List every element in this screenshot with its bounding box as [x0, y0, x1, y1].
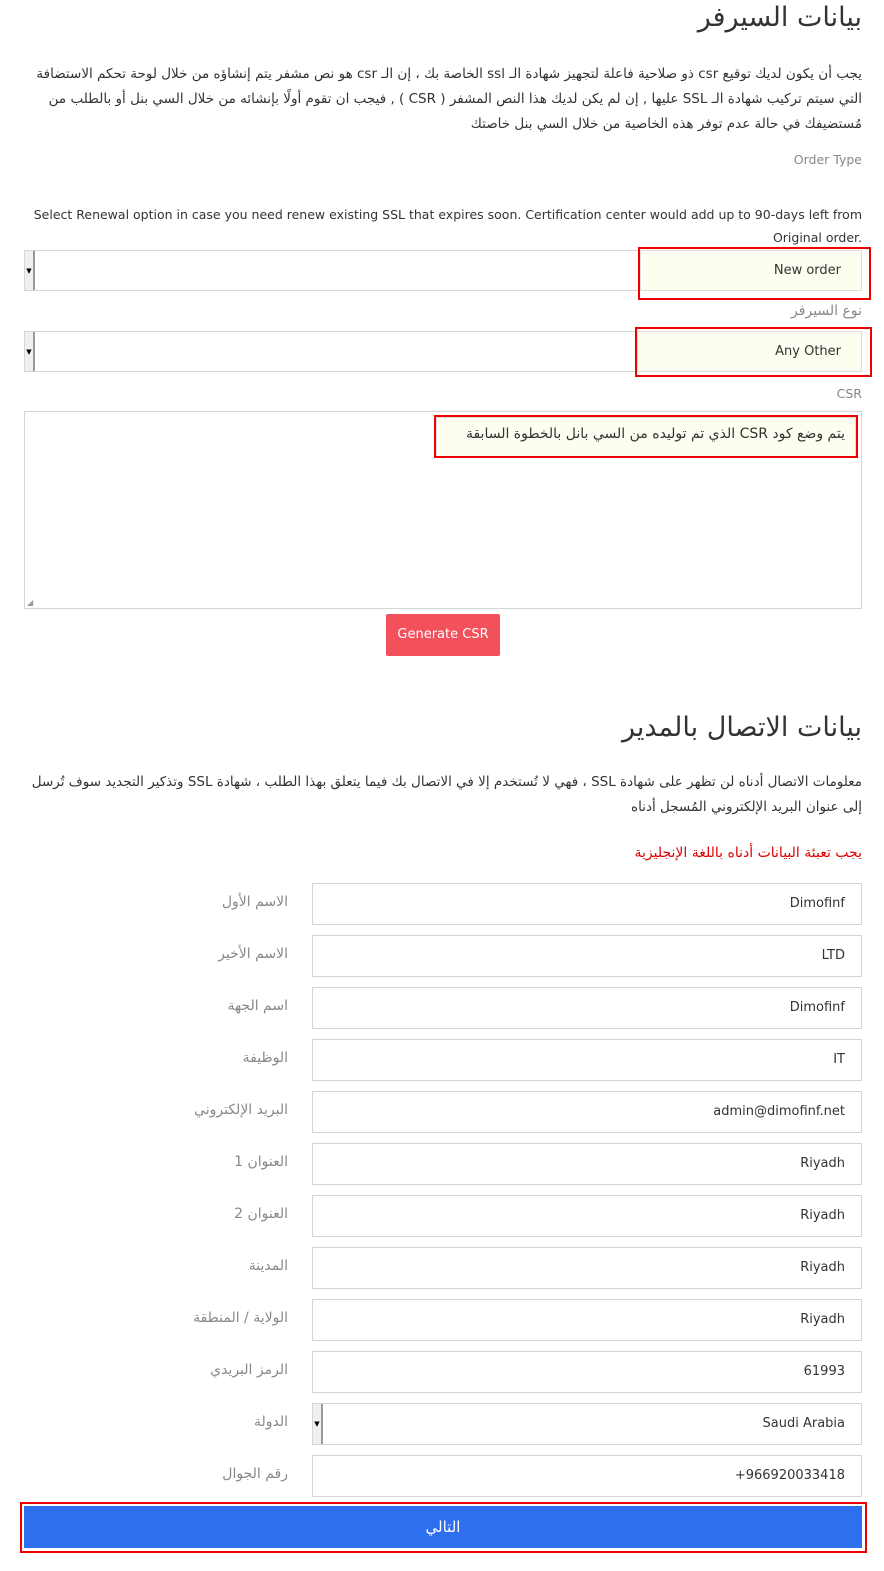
- contact-description: معلومات الاتصال أدناه لن تظهر على شهادة …: [31, 774, 862, 815]
- dropdown-arrow-icon: ▼: [313, 1404, 323, 1444]
- email-value: admin@dimofinf.net: [713, 1104, 845, 1119]
- postal-code-label: الرمز البريدي: [210, 1362, 288, 1378]
- first-name-input[interactable]: Dimofinf: [312, 883, 862, 925]
- city-label: المدينة: [248, 1258, 288, 1274]
- generate-csr-button[interactable]: Generate CSR: [386, 614, 500, 656]
- country-select[interactable]: Saudi Arabia ▼: [312, 1403, 862, 1445]
- last-name-value: LTD: [821, 948, 845, 963]
- english-warning: يجب تعبئة البيانات أدناه باللغة الإنجليز…: [634, 845, 863, 861]
- phone-input[interactable]: +966920033418: [312, 1455, 862, 1497]
- phone-value: +966920033418: [734, 1468, 845, 1483]
- resize-handle-icon[interactable]: ◢: [27, 598, 33, 607]
- address-2-value: Riyadh: [800, 1208, 845, 1223]
- job-title-label: الوظيفة: [242, 1050, 288, 1066]
- csr-label: CSR: [836, 386, 862, 401]
- contact-section-title: بيانات الاتصال بالمدير: [621, 712, 862, 743]
- server-description: يجب أن يكون لديك توقيع csr ذو صلاحية فاع…: [36, 66, 862, 132]
- highlight-box: [635, 327, 872, 377]
- address-1-label: العنوان 1: [234, 1154, 288, 1170]
- address-1-value: Riyadh: [800, 1156, 845, 1171]
- country-label: الدولة: [253, 1414, 288, 1430]
- job-title-input[interactable]: IT: [312, 1039, 862, 1081]
- city-value: Riyadh: [800, 1260, 845, 1275]
- postal-code-input[interactable]: 61993: [312, 1351, 862, 1393]
- organization-value: Dimofinf: [789, 1000, 845, 1015]
- address-2-label: العنوان 2: [234, 1206, 288, 1222]
- state-value: Riyadh: [800, 1312, 845, 1327]
- state-label: الولاية / المنطقة: [193, 1310, 288, 1326]
- first-name-value: Dimofinf: [789, 896, 845, 911]
- order-type-help: Select Renewal option in case you need r…: [33, 207, 862, 245]
- highlight-box: [434, 415, 858, 458]
- dropdown-arrow-icon: ▼: [25, 251, 35, 290]
- last-name-label: الاسم الأخير: [218, 946, 288, 962]
- address-1-input[interactable]: Riyadh: [312, 1143, 862, 1185]
- organization-label: اسم الجهة: [227, 998, 288, 1014]
- first-name-label: الاسم الأول: [221, 894, 288, 910]
- order-type-label: Order Type: [793, 152, 862, 167]
- job-title-value: IT: [833, 1052, 845, 1067]
- highlight-box: [638, 247, 871, 300]
- country-value: Saudi Arabia: [762, 1416, 846, 1431]
- phone-label: رقم الجوال: [222, 1466, 288, 1482]
- dropdown-arrow-icon: ▼: [25, 332, 35, 371]
- email-label: البريد الإلكتروني: [194, 1102, 288, 1118]
- server-section-title: بيانات السيرفر: [697, 2, 862, 33]
- state-input[interactable]: Riyadh: [312, 1299, 862, 1341]
- server-type-label: نوع السيرفر: [791, 303, 862, 319]
- organization-input[interactable]: Dimofinf: [312, 987, 862, 1029]
- address-2-input[interactable]: Riyadh: [312, 1195, 862, 1237]
- last-name-input[interactable]: LTD: [312, 935, 862, 977]
- city-input[interactable]: Riyadh: [312, 1247, 862, 1289]
- highlight-box: [20, 1502, 867, 1553]
- postal-code-value: 61993: [803, 1364, 845, 1379]
- email-input[interactable]: admin@dimofinf.net: [312, 1091, 862, 1133]
